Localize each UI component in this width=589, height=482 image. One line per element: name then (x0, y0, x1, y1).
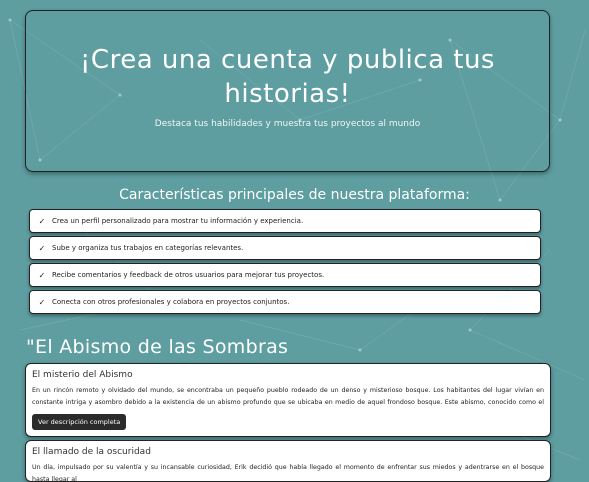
hero-title: ¡Crea una cuenta y publica tus historias… (80, 45, 495, 109)
check-icon: ✓ (38, 270, 46, 280)
stories-title: "El Abismo de las Sombras (26, 336, 289, 358)
story-description: En un rincón remoto y olvidado del mundo… (32, 387, 544, 406)
story-description: Un día, impulsado por su valentía y su i… (32, 464, 544, 482)
view-full-description-button[interactable]: Ver descripción completa (32, 414, 127, 430)
hero-subtitle: Destaca tus habilidades y muestra tus pr… (154, 119, 421, 129)
features-list: ✓ Crea un perfil personalizado para most… (29, 209, 541, 317)
check-icon: ✓ (38, 297, 46, 307)
story-card: El llamado de la oscuridad Un día, impul… (25, 440, 551, 482)
feature-text: Sube y organiza tus trabajos en categorí… (52, 244, 244, 252)
features-title: Características principales de nuestra p… (119, 187, 470, 203)
feature-text: Recibe comentarios y feedback de otros u… (52, 271, 325, 279)
feature-text: Conecta con otros profesionales y colabo… (52, 298, 290, 306)
story-title: El llamado de la oscuridad (32, 447, 151, 457)
story-card: El misterio del Abismo En un rincón remo… (25, 363, 551, 437)
check-icon: ✓ (38, 243, 46, 253)
feature-item: ✓ Crea un perfil personalizado para most… (29, 209, 541, 233)
feature-item: ✓ Recibe comentarios y feedback de otros… (29, 263, 541, 287)
feature-item: ✓ Sube y organiza tus trabajos en catego… (29, 236, 541, 260)
feature-item: ✓ Conecta con otros profesionales y cola… (29, 290, 541, 314)
check-icon: ✓ (38, 216, 46, 226)
hero-banner: ¡Crea una cuenta y publica tus historias… (25, 10, 550, 172)
story-title: El misterio del Abismo (32, 370, 133, 380)
feature-text: Crea un perfil personalizado para mostra… (52, 217, 304, 225)
